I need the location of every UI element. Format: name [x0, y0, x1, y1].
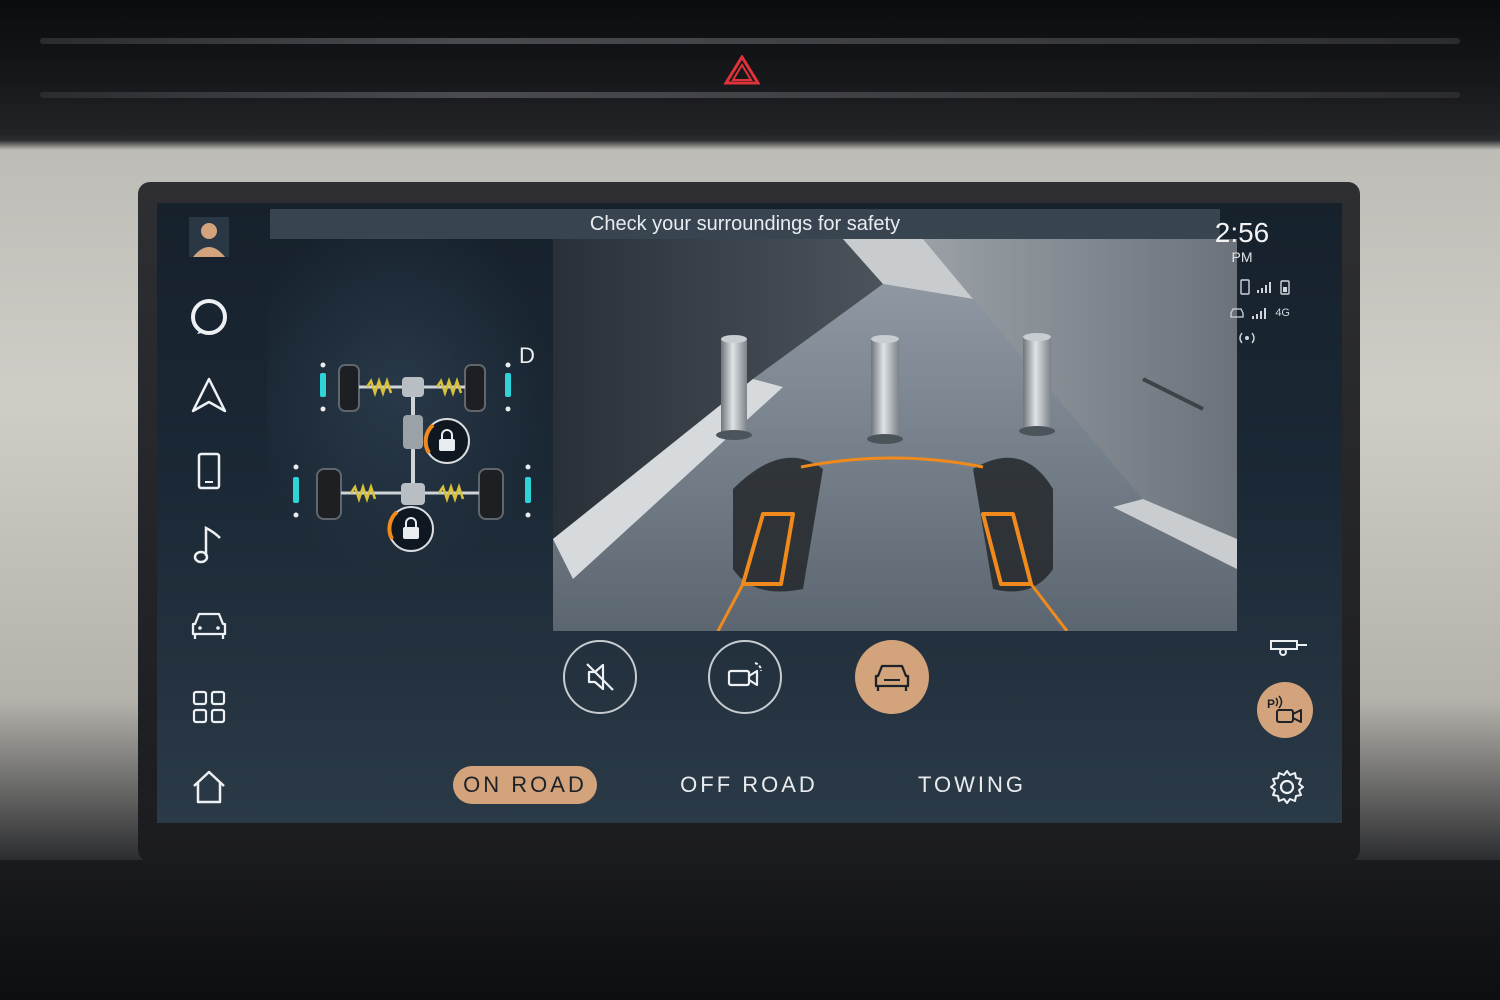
tab-towing[interactable]: TOWING	[905, 766, 1039, 804]
park-camera-icon: P	[1267, 695, 1302, 723]
music-icon	[193, 525, 221, 564]
park-camera-button[interactable]: P	[1257, 682, 1313, 738]
rear-diff-lock-icon	[387, 506, 434, 552]
battery-icon	[1280, 280, 1290, 295]
center-diff-lock-icon	[423, 418, 470, 464]
camera-view-button[interactable]	[708, 640, 782, 714]
navigation-button[interactable]	[187, 373, 231, 417]
car-status-icon	[1230, 308, 1244, 318]
car-signal-icon	[1252, 308, 1267, 319]
hazard-warning-icon[interactable]	[724, 55, 760, 85]
car-view-icon	[874, 664, 910, 691]
alexa-button[interactable]	[187, 295, 231, 339]
svg-text:P: P	[1267, 697, 1275, 711]
alexa-icon	[191, 299, 227, 335]
profile-button[interactable]	[187, 215, 231, 259]
chassis-illustration	[293, 362, 531, 552]
tab-on-road[interactable]: ON ROAD	[453, 766, 597, 804]
phone-icon	[197, 452, 221, 490]
wireless-icon	[1239, 332, 1255, 344]
vehicle-icon	[191, 612, 227, 639]
vent-slat	[40, 38, 1460, 44]
network-type-label: 4G	[1275, 307, 1290, 319]
phone-status-icon	[1240, 279, 1250, 295]
apps-button[interactable]	[187, 685, 231, 729]
vent-slat	[40, 92, 1460, 98]
apps-grid-icon	[192, 690, 226, 724]
trailer-button[interactable]	[1265, 631, 1311, 659]
drivetrain-diagram: D	[267, 239, 555, 579]
profile-icon	[189, 217, 229, 257]
lower-console	[0, 860, 1500, 1000]
gear-icon	[1270, 770, 1304, 804]
settings-button[interactable]	[1267, 767, 1307, 807]
home-icon	[193, 770, 225, 804]
trailer-icon	[1270, 640, 1307, 656]
phone-status	[1240, 279, 1290, 295]
tab-off-road[interactable]: OFF ROAD	[677, 766, 821, 804]
music-button[interactable]	[187, 523, 231, 567]
clock-period: PM	[1231, 249, 1253, 265]
air-vent	[0, 0, 1500, 135]
infotainment-screen: Check your surroundings for safety D ON …	[157, 203, 1342, 823]
vehicle-button[interactable]	[187, 603, 231, 647]
clock-time: 2:56	[1214, 217, 1270, 248]
gear-indicator: D	[519, 343, 535, 368]
car-connectivity-status: 4G	[1229, 307, 1290, 319]
car-view-button[interactable]	[855, 640, 929, 714]
left-nav	[157, 203, 267, 823]
camera-view-icon	[727, 662, 762, 687]
mute-button[interactable]	[563, 640, 637, 714]
home-button[interactable]	[187, 765, 231, 809]
rear-camera-view	[553, 239, 1237, 631]
safety-banner: Check your surroundings for safety	[270, 209, 1220, 239]
camera-feed-image	[553, 239, 1237, 631]
navigation-icon	[191, 377, 227, 413]
mute-icon	[586, 663, 614, 691]
phone-button[interactable]	[187, 449, 231, 493]
signal-icon	[1257, 282, 1271, 293]
dashboard-scene: Check your surroundings for safety D ON …	[0, 0, 1500, 1000]
wireless-status	[1236, 331, 1258, 345]
